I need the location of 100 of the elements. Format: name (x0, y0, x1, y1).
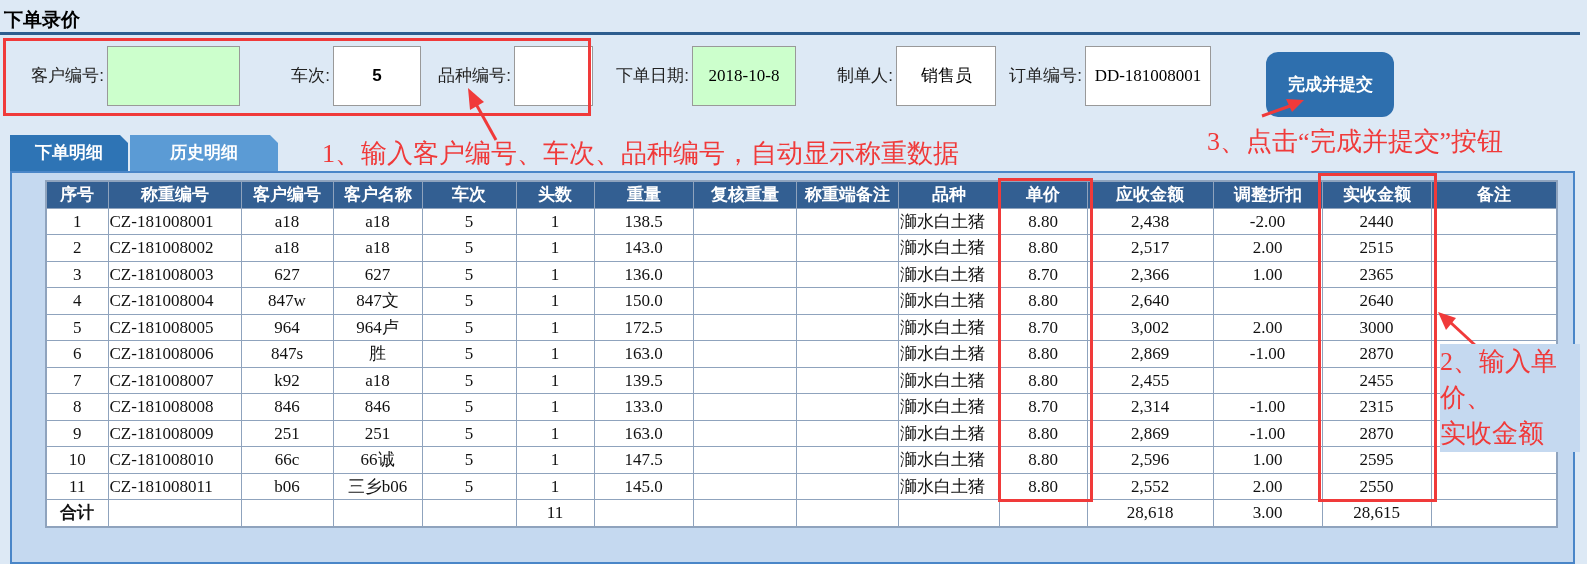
page-title: 下单录价 (4, 9, 80, 30)
table-cell: CZ-181008008 (109, 397, 214, 416)
table-cell: 溮水白土猪 (899, 344, 985, 363)
table-cell: k92 (274, 370, 300, 390)
table-cell: a18 (365, 370, 390, 390)
tab[interactable]: 下单明细 (10, 135, 128, 171)
arrow (468, 88, 498, 141)
table-cell: 溮水白土猪 (899, 291, 985, 310)
table-cell: 133.0 (624, 397, 663, 416)
table-cell: 11 (546, 503, 564, 522)
annotation-text: 价、 (1440, 382, 1492, 414)
table-cell: 2.00 (1252, 238, 1283, 257)
table-cell: 溮水白土猪 (899, 476, 985, 496)
column-header: 头数 (538, 185, 572, 204)
table-cell: 8.80 (1028, 291, 1058, 310)
table-cell: 8 (73, 397, 82, 416)
table-cell: 3,002 (1130, 317, 1170, 337)
table-cell: CZ-181008009 (109, 423, 214, 443)
table-cell: 2870 (1359, 344, 1394, 363)
table-cell: 溮水白土猪 (899, 370, 985, 390)
annotation-text: 1、输入客户编号、车次、品种编号，自动显示称重数据 (322, 138, 959, 170)
input-field[interactable]: 5 (333, 46, 421, 106)
table-cell: 1 (550, 370, 560, 390)
input-field[interactable]: DD-181008001 (1085, 46, 1211, 106)
table-cell: a18 (365, 211, 390, 231)
table-cell: 28,615 (1353, 503, 1400, 522)
table-cell: 163.0 (624, 423, 663, 443)
column-header: 应收金额 (1116, 185, 1184, 204)
table-cell: 1 (550, 238, 560, 257)
table-cell: 138.5 (624, 211, 663, 231)
total-label: 合计 (60, 503, 95, 522)
column-header: 称重编号 (140, 185, 209, 204)
table-cell: -2.00 (1249, 211, 1286, 231)
table-cell: 964 (274, 317, 300, 337)
table-cell: 5 (464, 291, 474, 310)
table-cell: 2365 (1359, 264, 1394, 284)
column-header: 客户名称 (343, 185, 412, 204)
table-cell: 三乡b06 (347, 476, 408, 496)
table-cell: 847w (268, 291, 306, 310)
annotation-text: 2、输入单 (1440, 346, 1557, 378)
submit-button[interactable]: 完成并提交 (1266, 52, 1394, 117)
table-cell: 2,869 (1130, 423, 1170, 443)
field-label: 客户编号: (30, 65, 105, 88)
table-cell: 2,438 (1130, 211, 1170, 231)
table-cell: 5 (464, 450, 474, 469)
input-field[interactable] (514, 46, 593, 106)
table-cell: 8.80 (1028, 370, 1058, 390)
table-cell: 8.80 (1028, 211, 1058, 231)
table-cell: 5 (464, 397, 474, 416)
table-cell: 1 (550, 344, 560, 363)
field-label: 制单人: (836, 65, 894, 88)
table-cell: 8.70 (1028, 317, 1058, 337)
table-cell: 1 (550, 476, 560, 496)
table-cell: 溮水白土猪 (899, 264, 985, 284)
table-cell: 846 (274, 397, 300, 416)
table-cell: 2.00 (1252, 476, 1283, 496)
table-cell: 8.80 (1028, 423, 1058, 443)
table-cell: 964卢 (356, 317, 399, 337)
table-cell: 150.0 (624, 291, 663, 310)
arrow (1261, 99, 1304, 118)
table-cell: 2455 (1359, 370, 1394, 390)
column-header: 复核重量 (710, 185, 779, 204)
column-header: 客户编号 (253, 185, 321, 204)
table-cell: 1 (550, 211, 560, 231)
table-cell: 2440 (1359, 211, 1394, 231)
table-cell: 1 (550, 423, 560, 443)
table-cell: 8.70 (1028, 397, 1058, 416)
table-cell: 139.5 (624, 370, 663, 390)
table-cell: 2550 (1359, 476, 1394, 496)
table-cell: 5 (464, 423, 474, 443)
table-cell: 66诚 (360, 450, 395, 469)
input-field[interactable]: 销售员 (896, 46, 996, 106)
table-cell: 2,596 (1130, 450, 1170, 469)
table-cell: 1 (73, 211, 82, 231)
table-cell: 5 (73, 317, 82, 337)
table-cell: 1.00 (1252, 450, 1283, 469)
table-cell: CZ-181008006 (109, 344, 214, 363)
table-cell: 627 (274, 264, 300, 284)
table-cell: 1 (550, 397, 560, 416)
table-cell: 3 (73, 264, 82, 284)
table-cell: 2,869 (1130, 344, 1170, 363)
column-header: 重量 (626, 185, 661, 204)
table-cell: b06 (274, 476, 300, 496)
table-cell: 5 (464, 344, 474, 363)
table-cell: 9 (73, 423, 82, 443)
column-header: 备注 (1476, 185, 1511, 204)
table-cell: 5 (464, 238, 474, 257)
input-field[interactable]: 2018-10-8 (692, 46, 796, 106)
table-cell: 5 (464, 370, 474, 390)
input-field[interactable] (107, 46, 240, 106)
table-cell: -1.00 (1249, 423, 1286, 443)
table-cell: 143.0 (624, 238, 663, 257)
column-header: 车次 (452, 185, 486, 204)
table-cell: 147.5 (624, 450, 663, 469)
table-cell: 溮水白土猪 (899, 317, 985, 337)
table-cell: 2 (73, 238, 82, 257)
field-label: 下单日期: (615, 65, 690, 88)
table-cell: 5 (464, 476, 474, 496)
table-cell: a18 (274, 211, 300, 231)
table-cell: 2515 (1359, 238, 1394, 257)
